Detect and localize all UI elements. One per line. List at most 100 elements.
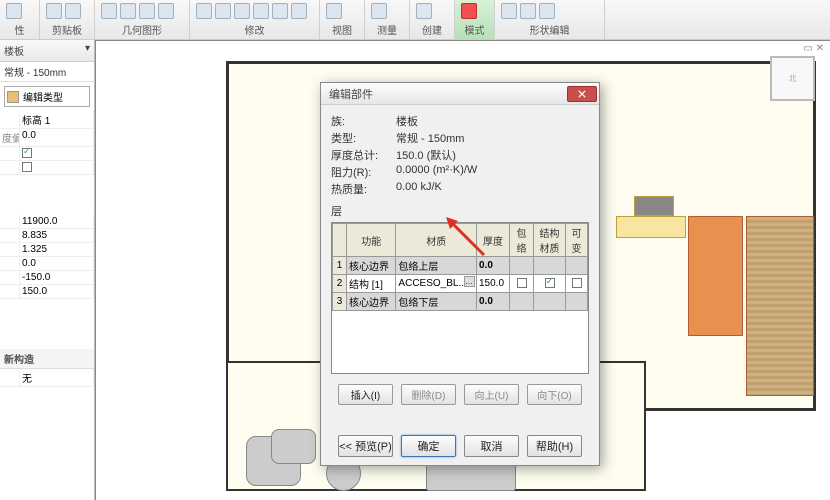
dialog-titlebar[interactable]: 编辑部件 — [321, 83, 599, 105]
ribbon-group-label: 形状编辑 — [501, 22, 598, 37]
down-button: 向下(O) — [527, 384, 582, 405]
help-button[interactable]: 帮助(H) — [527, 435, 582, 457]
edit-assembly-dialog: 编辑部件 族:楼板 类型:常规 - 150mm 厚度总计:150.0 (默认) … — [320, 82, 600, 466]
mod-icon[interactable] — [234, 3, 250, 19]
ok-button[interactable]: 确定 — [401, 435, 456, 457]
ribbon-group-label: 测量 — [371, 22, 403, 37]
stairs — [746, 216, 814, 396]
ribbon-group-label: 性 — [6, 22, 33, 37]
type-value: 常规 - 150mm — [396, 130, 464, 146]
type-label: 类型: — [331, 130, 396, 146]
edit-type-button[interactable]: 编辑类型 — [4, 86, 90, 107]
col-wrap[interactable]: 包络 — [510, 224, 534, 257]
cell-material: 包络下层 — [396, 293, 477, 311]
level-value[interactable]: 标高 1 — [20, 111, 94, 128]
ribbon-group-label: 视图 — [326, 22, 358, 37]
prop-value[interactable]: 150.0 — [20, 285, 94, 298]
struct-checkbox[interactable] — [545, 278, 555, 288]
mod-icon[interactable] — [253, 3, 269, 19]
ribbon-icon[interactable] — [6, 3, 22, 19]
new-constr-label: 新构造 — [0, 349, 94, 369]
type-name: 常规 - 150mm — [0, 62, 94, 82]
ribbon-group-label: 创建 — [416, 22, 448, 37]
furniture — [688, 216, 743, 336]
prop-value[interactable]: 1.325 — [20, 243, 94, 256]
view-icon[interactable] — [326, 3, 342, 19]
geom-icon[interactable] — [139, 3, 155, 19]
create-icon[interactable] — [416, 3, 432, 19]
col-var[interactable]: 可变 — [566, 224, 588, 257]
cut-icon[interactable] — [65, 3, 81, 19]
table-row[interactable]: 2 结构 [1] ACCESO_BL...… 150.0 — [333, 275, 588, 293]
delete-button: 删除(D) — [401, 384, 456, 405]
preview-button[interactable]: << 预览(P) — [338, 435, 393, 457]
col-thickness[interactable]: 厚度 — [477, 224, 510, 257]
geom-icon[interactable] — [101, 3, 117, 19]
ribbon-group-label: 剪贴板 — [46, 22, 88, 37]
counter — [616, 216, 686, 238]
family-label: 族: — [331, 113, 396, 129]
table-row[interactable]: 3 核心边界 包络下层 0.0 — [333, 293, 588, 311]
mod-icon[interactable] — [215, 3, 231, 19]
cell-thickness[interactable]: 150.0 — [477, 275, 510, 293]
mod-icon[interactable] — [272, 3, 288, 19]
mod-icon[interactable] — [291, 3, 307, 19]
up-button: 向上(U) — [464, 384, 519, 405]
wrap-checkbox[interactable] — [517, 278, 527, 288]
chevron-down-icon[interactable]: ▾ — [85, 43, 90, 58]
thickness-label: 厚度总计: — [331, 147, 396, 163]
layers-label: 层 — [331, 203, 589, 219]
dialog-title: 编辑部件 — [329, 86, 373, 102]
shape-icon[interactable] — [539, 3, 555, 19]
table-row[interactable]: 1 核心边界 包络上层 0.0 — [333, 257, 588, 275]
geom-icon[interactable] — [158, 3, 174, 19]
panel-type: 楼板 — [4, 43, 24, 58]
properties-panel: 楼板▾ 常规 - 150mm 编辑类型 标高 1 度偏移0.0 11900.0 … — [0, 40, 95, 500]
resistance-value: 0.0000 (m²·K)/W — [396, 164, 477, 180]
col-struct[interactable]: 结构材质 — [534, 224, 566, 257]
close-button[interactable] — [567, 86, 597, 102]
offset-label: 度偏移 — [0, 129, 20, 146]
ribbon-group-label: 几何图形 — [101, 22, 183, 37]
measure-icon[interactable] — [371, 3, 387, 19]
offset-value[interactable]: 0.0 — [20, 129, 94, 146]
var-checkbox[interactable] — [572, 278, 582, 288]
cancel-mode-icon[interactable] — [461, 3, 477, 19]
cell-thickness: 0.0 — [477, 293, 510, 311]
prop-value[interactable]: 0.0 — [20, 257, 94, 270]
mod-icon[interactable] — [196, 3, 212, 19]
new-constr-value[interactable]: 无 — [20, 369, 94, 386]
col-material[interactable]: 材质 — [396, 224, 477, 257]
prop-value[interactable]: 8.835 — [20, 229, 94, 242]
paste-icon[interactable] — [46, 3, 62, 19]
mass-label: 热质量: — [331, 181, 396, 197]
edit-type-label: 编辑类型 — [23, 89, 63, 104]
browse-icon[interactable]: … — [464, 276, 475, 287]
prop-value[interactable]: -150.0 — [20, 271, 94, 284]
type-swatch-icon — [7, 91, 19, 103]
geom-icon[interactable] — [120, 3, 136, 19]
mass-value: 0.00 kJ/K — [396, 181, 442, 197]
thickness-value: 150.0 (默认) — [396, 147, 456, 163]
shape-icon[interactable] — [520, 3, 536, 19]
cell-thickness: 0.0 — [477, 257, 510, 275]
cell-function: 核心边界 — [347, 293, 396, 311]
checkbox[interactable] — [22, 148, 32, 158]
cancel-button[interactable]: 取消 — [464, 435, 519, 457]
cell-material[interactable]: ACCESO_BL...… — [396, 275, 477, 293]
layers-table[interactable]: 功能 材质 厚度 包络 结构材质 可变 1 核心边界 包络上层 0.0 2 结构… — [331, 222, 589, 374]
resistance-label: 阻力(R): — [331, 164, 396, 180]
prop-value[interactable]: 11900.0 — [20, 215, 94, 228]
col-function[interactable]: 功能 — [347, 224, 396, 257]
ribbon: 性 剪贴板 几何图形 修改 视图 测量 创建 模式 形状编辑 — [0, 0, 830, 40]
insert-button[interactable]: 插入(I) — [338, 384, 393, 405]
viewport-controls[interactable]: ▭ ✕ — [803, 43, 824, 54]
chair — [271, 429, 316, 464]
view-cube[interactable]: 北 — [770, 56, 815, 101]
appliance — [634, 196, 674, 216]
shape-icon[interactable] — [501, 3, 517, 19]
ribbon-group-label: 模式 — [461, 22, 488, 37]
checkbox[interactable] — [22, 162, 32, 172]
family-value: 楼板 — [396, 113, 418, 129]
cell-function[interactable]: 结构 [1] — [347, 275, 396, 293]
